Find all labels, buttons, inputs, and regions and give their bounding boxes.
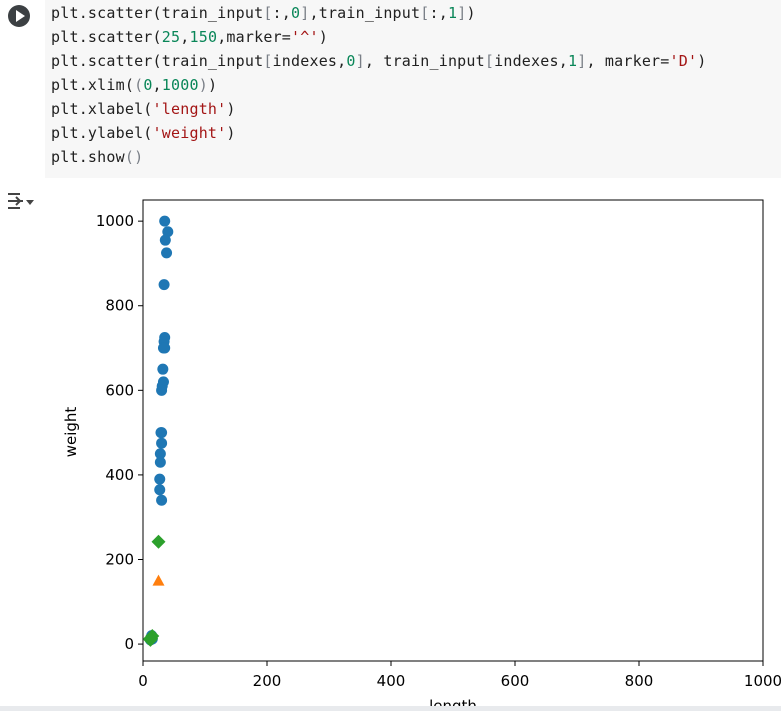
y-tick-label: 800 bbox=[105, 297, 134, 315]
bottom-divider bbox=[0, 706, 781, 711]
output-toggle-button[interactable] bbox=[5, 190, 35, 212]
y-tick-label: 0 bbox=[124, 635, 134, 653]
x-tick-label: 200 bbox=[253, 672, 282, 690]
x-tick-label: 600 bbox=[501, 672, 530, 690]
data-point-circle bbox=[159, 234, 171, 246]
code-line: plt.scatter(train_input[indexes,0], trai… bbox=[51, 52, 707, 70]
y-tick-label: 600 bbox=[105, 381, 134, 399]
cell-gutter bbox=[0, 0, 45, 178]
code-editor[interactable]: plt.scatter(train_input[:,0],train_input… bbox=[45, 0, 781, 178]
x-tick-label: 400 bbox=[377, 672, 406, 690]
data-point-circle bbox=[159, 215, 171, 227]
data-point-circle bbox=[156, 437, 168, 449]
data-point-circle bbox=[161, 247, 173, 259]
code-line: plt.scatter(train_input[:,0],train_input… bbox=[51, 4, 476, 22]
code-line: plt.scatter(25,150,marker='^') bbox=[51, 28, 328, 46]
code-cell[interactable]: plt.scatter(train_input[:,0],train_input… bbox=[0, 0, 781, 178]
y-axis-label: weight bbox=[62, 407, 80, 458]
data-point-circle bbox=[156, 427, 168, 439]
data-point-circle bbox=[154, 473, 166, 485]
run-cell-button[interactable] bbox=[8, 5, 30, 27]
data-point-circle bbox=[154, 484, 166, 496]
data-point-circle bbox=[159, 342, 171, 354]
y-tick-label: 400 bbox=[105, 466, 134, 484]
y-tick-label: 1000 bbox=[96, 212, 134, 230]
data-point-circle bbox=[157, 363, 169, 375]
code-line: plt.show() bbox=[51, 148, 144, 166]
plot-area-frame bbox=[142, 199, 764, 662]
x-tick-label: 800 bbox=[625, 672, 654, 690]
output-actions-icon bbox=[8, 193, 34, 209]
code-line: plt.xlabel('length') bbox=[51, 100, 236, 118]
x-tick-label: 0 bbox=[138, 672, 148, 690]
cell-output: 0 200 400 600 800 1000 0 200 400 600 800 1000 weig… bbox=[45, 178, 781, 715]
data-point-diamond bbox=[151, 534, 166, 549]
code-line: plt.ylabel('weight') bbox=[51, 124, 236, 142]
x-tick-label: 1000 bbox=[744, 672, 781, 690]
data-point-circle bbox=[154, 456, 166, 468]
scatter-plot: 0 200 400 600 800 1000 0 200 400 600 800 1000 weig… bbox=[62, 199, 781, 715]
data-point-circle bbox=[158, 279, 170, 291]
data-point-circle bbox=[156, 384, 168, 396]
data-point-circle bbox=[156, 494, 168, 506]
code-line: plt.xlim((0,1000)) bbox=[51, 76, 218, 94]
data-point-triangle bbox=[152, 574, 165, 586]
y-tick-label: 200 bbox=[105, 550, 134, 568]
